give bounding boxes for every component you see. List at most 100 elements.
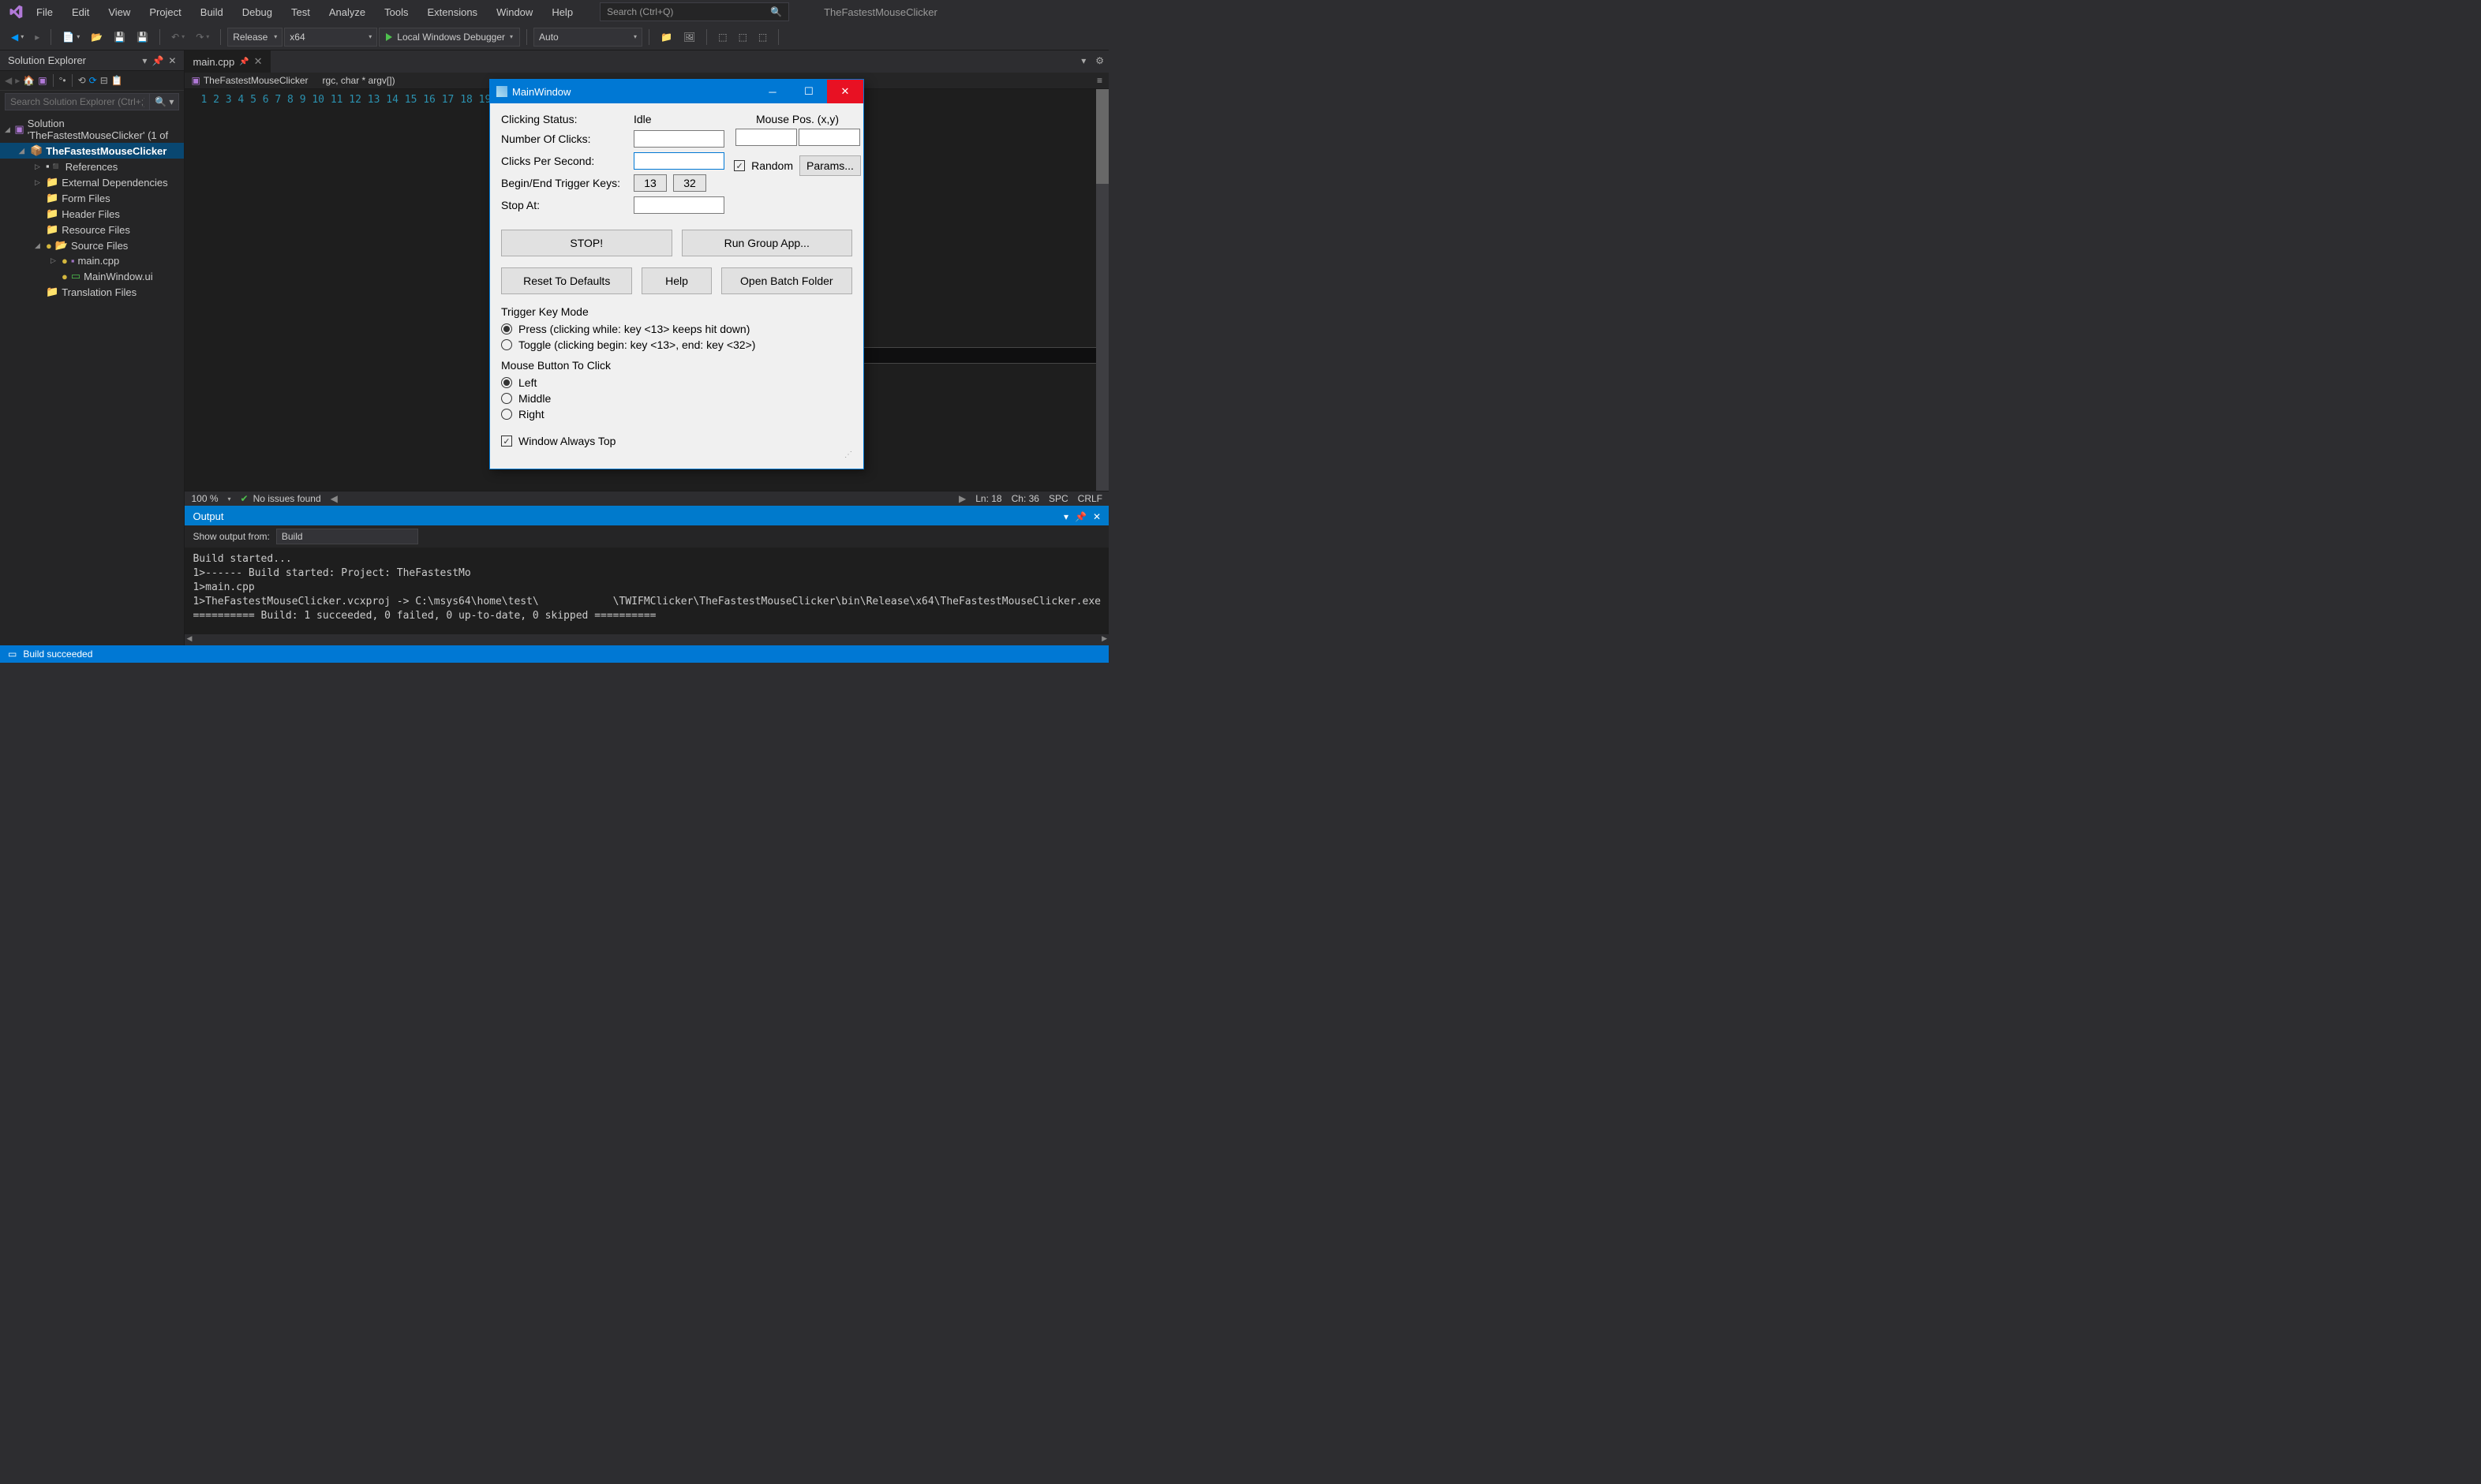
home-icon[interactable]: 🏠 xyxy=(23,75,35,86)
project-node[interactable]: ◢📦 TheFastestMouseClicker xyxy=(0,143,184,159)
help-button[interactable]: Help xyxy=(642,267,711,294)
pin-icon[interactable]: 📌 xyxy=(1075,511,1087,522)
output-source-dropdown[interactable]: Build xyxy=(276,529,418,544)
form-files-folder[interactable]: ▷📁 Form Files xyxy=(0,190,184,206)
resize-grip-icon[interactable]: ⋰ xyxy=(501,450,852,459)
menu-tools[interactable]: Tools xyxy=(376,3,416,21)
params-button[interactable]: Params... xyxy=(799,155,861,176)
references-folder[interactable]: ▷▪◾ References xyxy=(0,159,184,174)
mouse-x-input[interactable] xyxy=(735,129,797,146)
save-button[interactable]: 💾 xyxy=(109,28,130,46)
close-icon[interactable]: ✕ xyxy=(1093,511,1101,522)
platform-dropdown[interactable]: x64▾ xyxy=(284,28,377,47)
menu-analyze[interactable]: Analyze xyxy=(321,3,373,21)
menu-view[interactable]: View xyxy=(100,3,138,21)
right-radio-row[interactable]: Right xyxy=(501,408,852,421)
issues-indicator[interactable]: ✔ No issues found xyxy=(241,493,321,504)
switch-views-icon[interactable]: ▣ xyxy=(38,75,47,86)
main-cpp-file[interactable]: ▷●▪ main.cpp xyxy=(0,253,184,268)
nav-fwd-button[interactable]: ▸ xyxy=(30,28,44,46)
pin-icon[interactable]: 📌 xyxy=(239,58,249,66)
vertical-scrollbar[interactable] xyxy=(1096,89,1109,491)
num-clicks-input[interactable] xyxy=(634,130,724,148)
undo-button[interactable]: ↶▾ xyxy=(167,28,189,46)
redo-button[interactable]: ↷▾ xyxy=(191,28,214,46)
toggle-radio-row[interactable]: Toggle (clicking begin: key <13>, end: k… xyxy=(501,338,852,351)
toolbar-icon-5[interactable]: ⬚ xyxy=(754,28,772,46)
pin-icon[interactable]: 📌 xyxy=(152,55,163,66)
new-item-button[interactable]: 📄▾ xyxy=(58,28,84,46)
menu-file[interactable]: File xyxy=(28,3,61,21)
middle-radio[interactable] xyxy=(501,393,512,404)
middle-radio-row[interactable]: Middle xyxy=(501,392,852,405)
stop-at-input[interactable] xyxy=(634,196,724,214)
solution-search-input[interactable] xyxy=(5,93,150,110)
nav-back-button[interactable]: ◀ ▾ xyxy=(6,28,28,46)
menu-window[interactable]: Window xyxy=(488,3,541,21)
batch-button[interactable]: Open Batch Folder xyxy=(721,267,852,294)
random-checkbox[interactable] xyxy=(734,160,745,171)
menu-edit[interactable]: Edit xyxy=(64,3,97,21)
output-text[interactable]: Build started... 1>------ Build started:… xyxy=(185,548,1109,634)
collapse-icon[interactable]: ⊟ xyxy=(100,75,108,86)
refresh-icon[interactable]: ⟳ xyxy=(89,75,97,86)
menu-help[interactable]: Help xyxy=(544,3,581,21)
always-top-row[interactable]: Window Always Top xyxy=(501,435,852,447)
run-debugger-button[interactable]: Local Windows Debugger ▾ xyxy=(379,28,520,47)
auto-dropdown[interactable]: Auto▾ xyxy=(533,28,642,47)
menu-test[interactable]: Test xyxy=(283,3,318,21)
split-icon[interactable]: ≡ xyxy=(1097,75,1102,86)
source-files-folder[interactable]: ◢●📂 Source Files xyxy=(0,237,184,253)
output-dropdown-icon[interactable]: ▾ xyxy=(1064,511,1068,522)
resource-files-folder[interactable]: ▷📁 Resource Files xyxy=(0,222,184,237)
config-dropdown[interactable]: Release▾ xyxy=(227,28,283,47)
close-icon[interactable]: ✕ xyxy=(168,55,176,66)
global-search[interactable]: Search (Ctrl+Q) 🔍 xyxy=(600,2,789,21)
toggle-radio[interactable] xyxy=(501,339,512,350)
solution-root[interactable]: ◢▣ Solution 'TheFastestMouseClicker' (1 … xyxy=(0,116,184,143)
zoom-level[interactable]: 100 % xyxy=(191,493,218,504)
sync-icon[interactable]: ⟲ xyxy=(78,75,86,86)
save-all-button[interactable]: 💾 xyxy=(132,28,153,46)
trigger-key2-input[interactable] xyxy=(673,174,706,192)
menu-project[interactable]: Project xyxy=(141,3,189,21)
trigger-key1-input[interactable] xyxy=(634,174,667,192)
breadcrumb-project[interactable]: ▣TheFastestMouseClicker xyxy=(191,75,308,86)
right-radio[interactable] xyxy=(501,409,512,420)
run-group-button[interactable]: Run Group App... xyxy=(682,230,853,256)
always-top-checkbox[interactable] xyxy=(501,435,512,447)
toolbar-icon-1[interactable]: 📁 xyxy=(656,28,677,46)
search-icon[interactable]: 🔍 ▾ xyxy=(150,93,179,110)
external-deps-folder[interactable]: ▷📁 External Dependencies xyxy=(0,174,184,190)
close-button[interactable]: ✕ xyxy=(827,80,863,103)
reset-button[interactable]: Reset To Defaults xyxy=(501,267,632,294)
mouse-y-input[interactable] xyxy=(799,129,860,146)
close-tab-icon[interactable]: ✕ xyxy=(254,55,263,68)
press-radio[interactable] xyxy=(501,323,512,335)
settings-icon[interactable]: ⚙ xyxy=(1091,50,1109,73)
translation-files-folder[interactable]: ▷📁 Translation Files xyxy=(0,284,184,300)
show-all-icon[interactable]: 📋 xyxy=(111,75,123,86)
toolbar-icon-4[interactable]: ⬚ xyxy=(734,28,752,46)
menu-extensions[interactable]: Extensions xyxy=(419,3,485,21)
left-radio-row[interactable]: Left xyxy=(501,376,852,389)
app-titlebar[interactable]: MainWindow ─ ☐ ✕ xyxy=(490,80,863,103)
open-button[interactable]: 📂 xyxy=(86,28,107,46)
menu-debug[interactable]: Debug xyxy=(234,3,280,21)
header-files-folder[interactable]: ▷📁 Header Files xyxy=(0,206,184,222)
fwd-icon[interactable]: ▸ xyxy=(15,75,20,86)
panel-dropdown-icon[interactable]: ▾ xyxy=(142,55,147,66)
toolbar-icon-3[interactable]: ⬚ xyxy=(713,28,732,46)
tab-main-cpp[interactable]: main.cpp 📌 ✕ xyxy=(185,50,270,73)
minimize-button[interactable]: ─ xyxy=(754,80,791,103)
menu-build[interactable]: Build xyxy=(193,3,231,21)
left-radio[interactable] xyxy=(501,377,512,388)
stop-button[interactable]: STOP! xyxy=(501,230,672,256)
cps-input[interactable] xyxy=(634,152,724,170)
back-icon[interactable]: ◀ xyxy=(5,75,12,86)
press-radio-row[interactable]: Press (clicking while: key <13> keeps hi… xyxy=(501,323,852,335)
mainwindow-ui-file[interactable]: ▷●▭ MainWindow.ui xyxy=(0,268,184,284)
maximize-button[interactable]: ☐ xyxy=(791,80,827,103)
pending-icon[interactable]: °• xyxy=(59,75,66,86)
toolbar-icon-2[interactable]: 🖼 xyxy=(679,28,700,46)
